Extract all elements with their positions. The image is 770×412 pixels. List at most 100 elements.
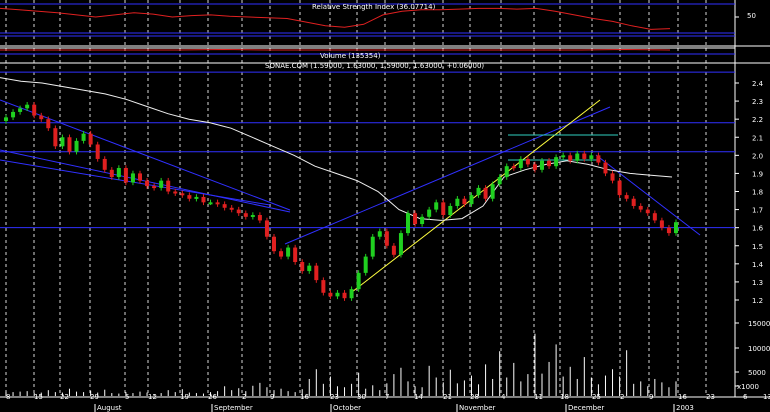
date-tick-label: 11 [534,393,543,401]
candle-body [194,196,199,199]
month-label: December [568,404,604,412]
candle-body [469,195,474,205]
candle-body [222,204,227,208]
price-tick-label: 1.8 [752,189,763,197]
candle-body [561,155,566,158]
candle-body [264,220,269,237]
price-tick-label: 1.3 [752,279,763,287]
price-tick-label: 2.0 [752,152,763,160]
candle-body [490,184,495,199]
candle-body [187,195,192,199]
date-tick-label: 14 [414,393,423,401]
candle-body [307,265,312,272]
candle-body [321,280,326,293]
volume-panel [5,333,677,396]
rsi-tick-label: 50 [747,12,756,20]
candle-body [349,289,354,299]
date-tick-label: 6 [743,393,748,401]
candle-body [166,180,171,192]
candle-body [67,137,72,152]
candle-body [603,162,608,174]
candle-body [448,205,453,216]
date-tick-label: 5 [125,393,129,401]
candle-body [518,158,523,168]
rsi-line [0,7,671,30]
date-tick-label: 16 [300,393,309,401]
candle-body [25,104,30,109]
candle-body [236,209,241,214]
candle-body [455,198,460,206]
candle-body [596,155,601,163]
candle-body [109,169,114,178]
stock-chart: Relative Strength Index (36.07714) 50 Vo… [0,0,770,412]
month-label: August [97,404,122,412]
date-tick-label: 18 [560,393,569,401]
candle-body [666,227,671,234]
date-tick-label: 21 [443,393,452,401]
uptrend-channel-line [351,99,601,293]
date-tick-label: 9 [270,393,274,401]
candle-body [659,220,664,228]
candle-body [180,193,185,196]
candle-body [208,202,213,205]
candle-body [674,222,678,234]
date-tick-label: 7 [385,393,389,401]
candle-body [130,173,135,183]
date-tick-label: 29 [90,393,99,401]
volume-tick-label: 5000 [748,369,766,377]
price-tick-label: 2.3 [752,98,763,106]
candle-body [74,140,79,152]
candle-body [356,272,361,290]
candle-body [554,157,559,167]
candle-body [504,166,509,178]
candle-body [497,177,502,185]
price-panel [0,71,735,301]
date-tick-label: 26 [208,393,217,401]
month-label: November [459,404,496,412]
candle-body [434,202,439,210]
candle-body [102,158,107,170]
candle-body [257,215,262,221]
candle-body [95,144,100,159]
date-tick-label: 25 [592,393,601,401]
price-axis: 1.2 1.3 1.4 1.5 1.6 1.7 1.8 1.9 2.0 2.1 2.2 2.3 2.4 [735,80,764,305]
candle-body [201,196,206,203]
candle-body [617,180,622,196]
trend-line [595,154,701,236]
candle-body [11,111,16,118]
candle-body [532,164,537,170]
month-label: October [333,404,361,412]
candle-body [391,245,396,255]
candle-body [568,155,573,161]
price-tick-label: 2.2 [752,116,763,124]
candle-body [53,128,58,147]
candle-body [123,167,128,183]
volume-tick-label: 15000 [748,320,770,328]
candle-body [328,292,333,297]
candle-body [363,256,368,273]
date-tick-label: 2 [620,393,624,401]
candle-body [406,213,410,234]
candle-body [116,167,121,178]
price-title: SONAE.COM (1.59000, 1.63000, 1.59000, 1.… [265,62,484,70]
date-tick-label: 4 [501,393,506,401]
candle-body [300,262,305,272]
candle-body [60,137,65,147]
date-tick-label: 13 [763,393,770,401]
rsi-title: Relative Strength Index (36.07714) [312,3,436,11]
date-tick-label: 22 [60,393,69,401]
month-label: 2003 [676,404,694,412]
date-tick-label: 30 [357,393,366,401]
candle-body [286,247,291,257]
price-tick-label: 1.4 [752,261,764,269]
candle-body [370,236,375,257]
price-tick-label: 2.4 [752,80,764,88]
candle-body [645,209,650,214]
date-tick-label: 8 [6,393,10,401]
candle-body [652,213,657,221]
candle-body [293,247,298,263]
candle-body [610,173,615,181]
price-tick-label: 1.6 [752,225,764,233]
volume-tick-label: 10000 [748,345,770,353]
candle-body [384,231,389,246]
